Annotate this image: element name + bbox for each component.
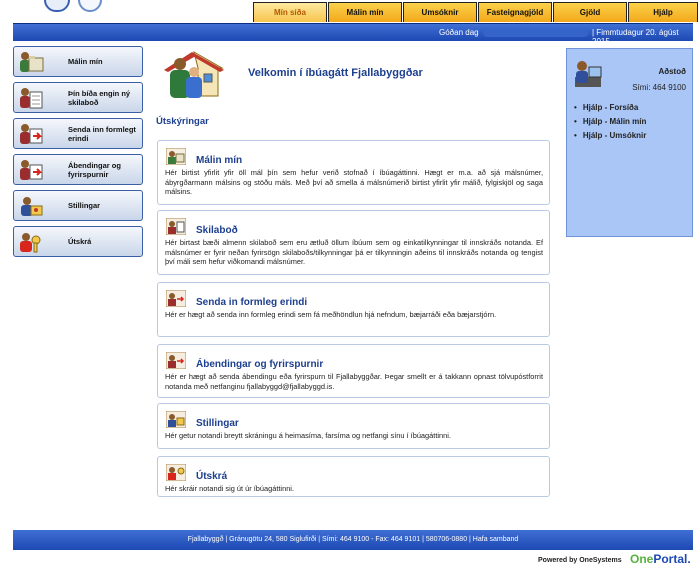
help-phone: Sími: 464 9100 [632,83,686,92]
shield-logo [78,0,102,12]
greeting-text: Góðan dag [439,28,479,37]
card-title[interactable]: Útskrá [196,471,227,482]
sidebar-item-malin-min[interactable]: Málin mín [13,46,143,77]
oneportal-logo[interactable]: OnePortal. [630,552,691,566]
feedback-icon [20,160,43,180]
card-body: Hér birtast bæði almenn skilaboð sem eru… [165,238,543,267]
folder-person-icon [166,148,186,165]
date-text: | Fimmtudagur 20. ágúst 2015 [592,28,679,46]
card-title[interactable]: Ábendingar og fyrirspurnir [196,359,323,370]
main-tabs: Mín síða Málin mín Umsóknir Fasteignagjö… [253,2,699,22]
tab-malin-min[interactable]: Málin mín [328,2,402,22]
help-link-malin-min[interactable]: Hjálp - Málin mín [574,117,647,126]
sidebar-item-label: Ábendingar og fyrirspurnir [68,160,121,179]
tab-gjold[interactable]: Gjöld [553,2,627,22]
redacted-username [483,29,588,37]
messages-person-icon [20,88,43,109]
sidebar-item-skilabod[interactable]: Þín bíða engin ný skilaboð [13,82,143,113]
info-card-stillingar: Stillingar Hér getur notandi breytt skrá… [157,403,550,449]
sidebar-item-label: Útskrá [68,237,92,246]
sidebar-item-stillingar[interactable]: Stillingar [13,190,143,221]
card-title[interactable]: Málin mín [196,155,242,166]
sidebar-item-abendingar[interactable]: Ábendingar og fyrirspurnir [13,154,143,185]
section-title: Útskýringar [156,116,209,127]
help-title: Aðstoð [658,67,686,76]
card-body: Hér er hægt að senda ábendingu eða fyrir… [165,372,543,391]
brand-one: One [630,552,654,566]
help-link-forsida[interactable]: Hjálp - Forsíða [574,103,646,112]
messages-person-icon [166,218,186,235]
send-request-icon [166,290,186,307]
powered-by-text: Powered by OneSystems [538,557,622,564]
sidebar-item-label: Málin mín [68,57,103,66]
card-body: Hér birtist yfirlit yfir öll mál þín sem… [165,168,543,197]
house-people-icon [164,50,224,98]
info-card-abendingar: Ábendingar og fyrirspurnir Hér er hægt a… [157,344,550,398]
coat-of-arms-logo [44,0,70,12]
card-body: Hér getur notandi breytt skráningu á hei… [165,431,451,440]
card-title[interactable]: Skilaboð [196,225,238,236]
tab-min-sida[interactable]: Mín síða [253,2,327,22]
card-title[interactable]: Stillingar [196,418,239,429]
tab-umsoknir[interactable]: Umsóknir [403,2,477,22]
help-link-umsoknir[interactable]: Hjálp - Umsóknir [574,131,647,140]
brand-portal: Portal. [653,552,691,566]
header-bar: Góðan dag | Fimmtudagur 20. ágúst 2015 [13,23,693,46]
logout-key-icon [20,233,41,253]
info-card-skilabod: Skilaboð Hér birtast bæði almenn skilabo… [157,210,550,275]
page-title: Velkomin í íbúagátt Fjallabyggðar [248,67,423,79]
card-body: Hér er hægt að senda inn formleg erindi … [165,310,497,319]
folder-person-icon [20,52,44,72]
sidebar-item-label: Senda inn formlegt erindi [68,124,136,143]
municipality-logos [44,0,114,14]
info-card-malin-min: Málin mín Hér birtist yfirlit yfir öll m… [157,140,550,205]
footer-bar: Fjallabyggð | Gránugötu 24, 580 Siglufir… [13,530,693,550]
sidebar-item-senda-erindi[interactable]: Senda inn formlegt erindi [13,118,143,149]
settings-person-icon [166,411,186,428]
info-card-utskra: Útskrá Hér skráir notandi sig út úr íbúa… [157,456,550,497]
feedback-icon [166,352,186,369]
card-body: Hér skráir notandi sig út úr íbúagáttinn… [165,484,294,493]
support-person-icon [575,61,602,87]
sidebar-item-utskra[interactable]: Útskrá [13,226,143,257]
help-panel: Aðstoð Sími: 464 9100 Hjálp - Forsíða Hj… [566,48,693,237]
send-request-icon [20,124,43,144]
info-card-senda-erindi: Senda in formleg erindi Hér er hægt að s… [157,282,550,337]
logout-key-icon [166,464,186,481]
help-links: Hjálp - Forsíða Hjálp - Málin mín Hjálp … [574,103,647,145]
sidebar-item-label: Þín bíða engin ný skilaboð [68,88,131,107]
tab-fasteignagjold[interactable]: Fasteignagjöld [478,2,552,22]
sidebar-item-label: Stillingar [68,201,101,210]
tab-hjalp[interactable]: Hjálp [628,2,698,22]
sidebar: Málin mín Þín bíða engin ný skilaboð Sen… [13,46,143,262]
card-title[interactable]: Senda in formleg erindi [196,297,307,308]
settings-person-icon [21,197,43,216]
